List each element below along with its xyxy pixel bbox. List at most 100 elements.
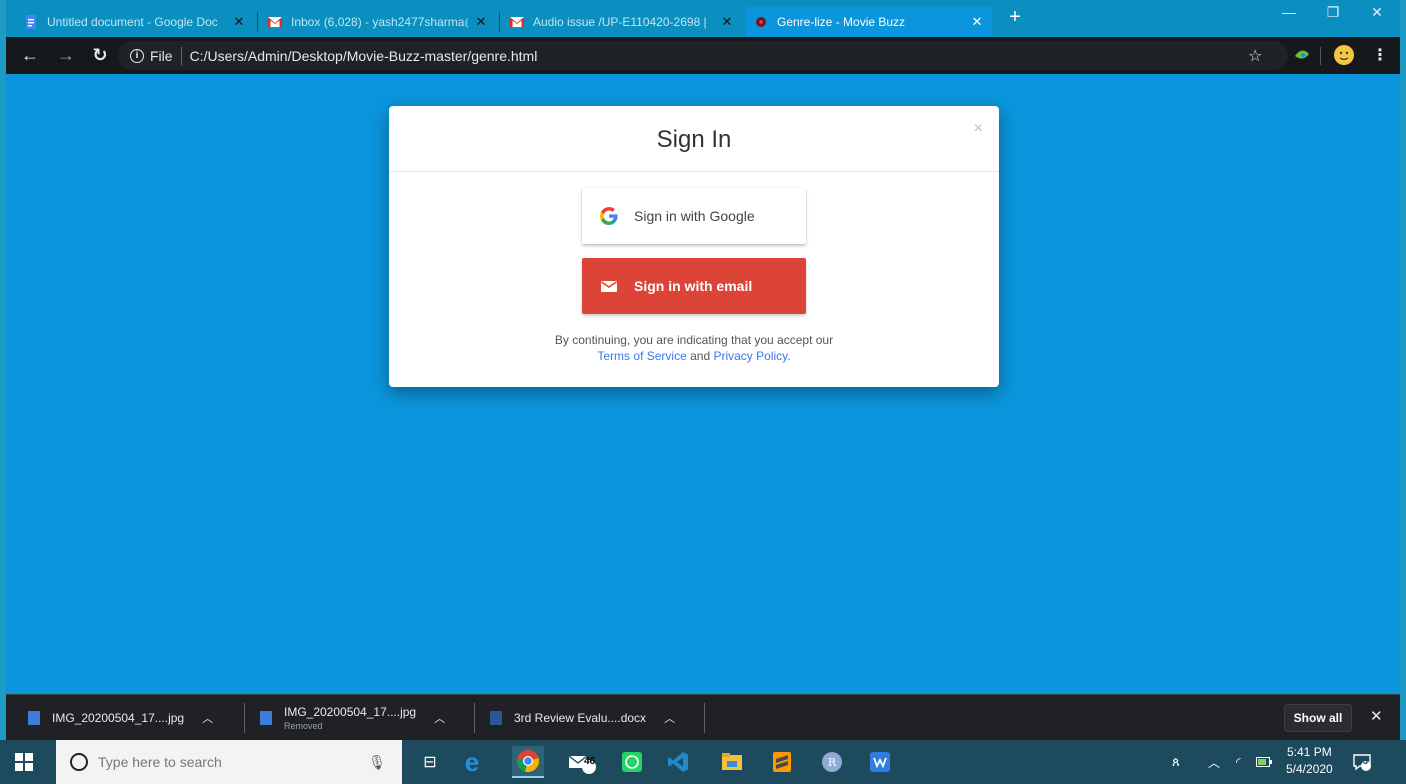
battery-icon[interactable] <box>1256 740 1272 784</box>
google-icon <box>600 207 618 225</box>
svg-text:R: R <box>828 756 837 769</box>
gmail-icon <box>268 17 282 27</box>
search-placeholder: Type here to search <box>98 754 222 770</box>
cortana-icon <box>70 753 88 771</box>
vscode-logo-icon <box>668 752 688 772</box>
notification-count: 3 <box>1363 756 1369 766</box>
download-name: IMG_20200504_17....jpg <box>52 711 185 725</box>
download-shelf: IMG_20200504_17....jpg ︿ IMG_20200504_17… <box>6 694 1400 740</box>
tab-title: Untitled document - Google Doc <box>47 15 218 29</box>
wifi-icon[interactable]: ◜ <box>1236 740 1241 784</box>
sign-in-google-button[interactable]: Sign in with Google <box>582 188 806 244</box>
task-view-icon[interactable]: ⊟ <box>414 746 446 778</box>
close-icon[interactable]: × <box>974 120 983 138</box>
site-info-icon[interactable]: i <box>130 48 144 63</box>
action-center-icon <box>1353 754 1371 771</box>
word-file-icon <box>490 711 502 725</box>
profile-avatar-icon[interactable] <box>1333 44 1355 66</box>
r-app-icon[interactable]: R <box>816 746 848 778</box>
taskbar: Type here to search 🎙 ⊟ e 46 R ጰ ︿ ◜ 5:4… <box>0 740 1406 784</box>
close-window-icon[interactable]: ✕ <box>1362 4 1392 21</box>
clock-date: 5/4/2020 <box>1286 762 1333 776</box>
download-item[interactable]: IMG_20200504_17....jpg Removed ︿ <box>260 695 445 741</box>
wps-app-icon[interactable] <box>864 746 896 778</box>
address-bar[interactable]: i File C:/Users/Admin/Desktop/Movie-Buzz… <box>118 41 1288 70</box>
mail-app-icon[interactable]: 46 <box>566 746 598 778</box>
address-url: C:/Users/Admin/Desktop/Movie-Buzz-master… <box>189 47 538 64</box>
site-icon <box>756 17 766 27</box>
tab-movie-buzz[interactable]: Genre-lize - Movie Buzz ✕ <box>746 7 992 37</box>
reload-icon[interactable]: ↻ <box>88 45 112 66</box>
close-tab-icon[interactable]: ✕ <box>970 14 984 30</box>
tab-title: Inbox (6,028) - yash2477sharma@ <box>291 15 468 29</box>
chrome-icon[interactable] <box>512 746 544 778</box>
email-button-label: Sign in with email <box>634 278 753 294</box>
edge-browser-icon[interactable]: e <box>456 746 488 778</box>
r-logo-icon: R <box>822 752 842 772</box>
minimize-icon[interactable]: — <box>1274 4 1304 20</box>
extension-icon[interactable] <box>1294 48 1310 62</box>
close-tab-icon[interactable]: ✕ <box>474 14 488 30</box>
tab-title: Genre-lize - Movie Buzz <box>777 15 906 29</box>
tab-strip: Untitled document - Google Doc ✕ Inbox (… <box>6 0 1400 37</box>
people-icon[interactable]: ጰ <box>1172 740 1180 784</box>
mail-icon <box>601 281 617 292</box>
close-tab-icon[interactable]: ✕ <box>232 14 246 30</box>
download-name: IMG_20200504_17....jpg <box>284 705 417 719</box>
windows-start-icon[interactable] <box>14 752 34 772</box>
notification-center-icon[interactable]: 3 <box>1352 740 1372 784</box>
vscode-icon[interactable] <box>662 746 694 778</box>
whatsapp-icon[interactable] <box>616 746 648 778</box>
tab-audio-issue[interactable]: Audio issue /UP-E110420-2698 | ✕ <box>502 7 742 37</box>
sublime-text-icon[interactable] <box>766 746 798 778</box>
chevron-up-icon[interactable]: ︿ <box>1208 740 1220 784</box>
terms-and: and <box>690 349 711 363</box>
dialog-header: Sign In × <box>389 106 999 172</box>
dialog-title: Sign In <box>656 126 732 153</box>
mail-badge: 46 <box>584 756 596 767</box>
menu-dots-icon[interactable]: ⋮ <box>1372 45 1388 65</box>
sign-in-email-button[interactable]: Sign in with email <box>582 258 806 314</box>
file-explorer-icon[interactable] <box>716 746 748 778</box>
new-tab-button[interactable]: + <box>1004 6 1026 29</box>
privacy-policy-link[interactable]: Privacy Policy <box>713 349 787 363</box>
back-icon[interactable]: ← <box>18 45 42 66</box>
wps-logo-icon <box>870 752 890 772</box>
forward-icon[interactable]: → <box>54 45 78 66</box>
chevron-up-icon[interactable]: ︿ <box>202 710 213 726</box>
download-item[interactable]: IMG_20200504_17....jpg ︿ <box>28 695 213 741</box>
clock-time: 5:41 PM <box>1287 745 1332 759</box>
show-all-button[interactable]: Show all <box>1284 704 1352 732</box>
gmail-icon <box>510 17 524 27</box>
close-tab-icon[interactable]: ✕ <box>720 14 734 30</box>
sign-in-dialog: Sign In × Sign in with Google Sign in wi… <box>389 106 999 387</box>
battery-shape-icon <box>1256 757 1272 767</box>
browser-window: Untitled document - Google Doc ✕ Inbox (… <box>6 0 1400 740</box>
taskbar-clock[interactable]: 5:41 PM 5/4/2020 <box>1286 744 1333 778</box>
download-separator <box>244 703 245 733</box>
bookmark-star-icon[interactable]: ☆ <box>1248 46 1262 66</box>
close-shelf-icon[interactable]: ✕ <box>1370 707 1383 725</box>
restore-icon[interactable]: ❐ <box>1318 4 1348 21</box>
microphone-icon[interactable]: 🎙 <box>368 754 386 771</box>
download-item[interactable]: 3rd Review Evalu....docx ︿ <box>490 695 675 741</box>
toolbar-separator <box>1320 47 1321 65</box>
tab-separator <box>499 12 500 32</box>
download-text: IMG_20200504_17....jpg Removed <box>284 705 416 731</box>
taskbar-search-box[interactable]: Type here to search 🎙 <box>56 740 402 784</box>
chevron-up-icon[interactable]: ︿ <box>664 710 675 726</box>
terms-notice: By continuing, you are indicating that y… <box>389 332 999 364</box>
image-file-icon <box>28 711 40 725</box>
chevron-up-icon[interactable]: ︿ <box>434 710 445 726</box>
whatsapp-logo-icon <box>622 752 642 772</box>
tab-gmail-inbox[interactable]: Inbox (6,028) - yash2477sharma@ ✕ <box>260 7 496 37</box>
download-status: Removed <box>284 721 323 731</box>
download-name: 3rd Review Evalu....docx <box>514 711 647 725</box>
sublime-logo-icon <box>773 752 791 772</box>
terms-of-service-link[interactable]: Terms of Service <box>597 349 686 363</box>
tab-title: Audio issue /UP-E110420-2698 | <box>533 15 707 29</box>
tab-google-docs[interactable]: Untitled document - Google Doc ✕ <box>16 7 254 37</box>
terms-suffix: . <box>787 349 791 363</box>
address-scheme: File <box>150 47 173 64</box>
folder-icon <box>722 753 742 770</box>
